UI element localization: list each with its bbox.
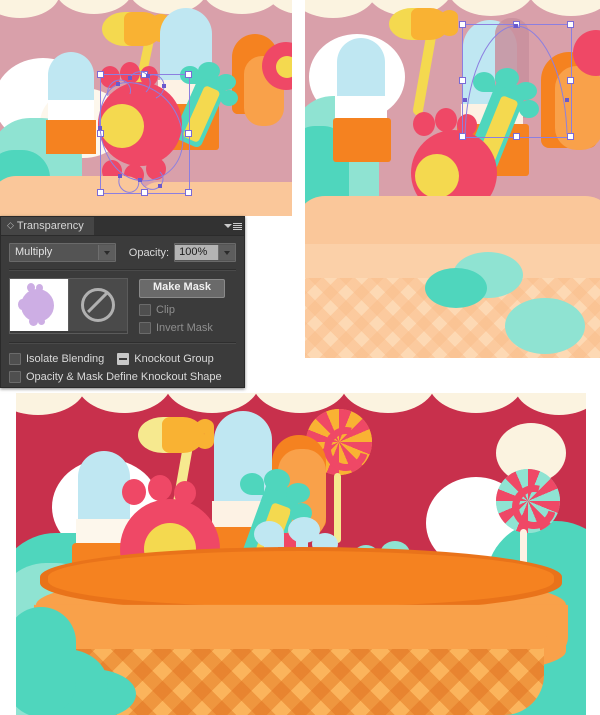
knockout-group-checkbox[interactable] bbox=[117, 353, 130, 365]
make-mask-button[interactable]: Make Mask bbox=[139, 279, 225, 298]
blend-mode-dropdown[interactable]: Multiply bbox=[9, 243, 116, 262]
screenshot-canvas: ◇ Transparency Multiply Opacity: 100% Ma… bbox=[0, 0, 600, 715]
tab-grip-icon: ◇ bbox=[7, 219, 14, 230]
wrapper-frill bbox=[240, 473, 264, 495]
panel-tab-bar: ◇ Transparency bbox=[1, 217, 244, 236]
fish-candy-tail bbox=[196, 419, 214, 434]
candy-frill bbox=[122, 479, 146, 505]
selected-candy-frill bbox=[146, 158, 166, 180]
selected-candy-frill bbox=[140, 66, 158, 86]
knockout-group-label: Knockout Group bbox=[134, 353, 214, 365]
invert-mask-checkbox[interactable] bbox=[139, 322, 151, 334]
mint-blob bbox=[505, 298, 585, 354]
invert-mask-checkbox-row[interactable]: Invert Mask bbox=[139, 322, 225, 334]
candy-corn-band bbox=[333, 118, 391, 162]
candy-frill bbox=[457, 114, 477, 136]
basket-inner-wall bbox=[48, 551, 554, 607]
wrapper-frill bbox=[286, 483, 310, 503]
artwork-top-right[interactable] bbox=[305, 0, 600, 358]
artwork-bottom-full[interactable] bbox=[16, 393, 586, 715]
selected-candy-frill bbox=[120, 62, 140, 84]
wrapper-frill bbox=[495, 68, 519, 88]
selected-candy-center bbox=[100, 104, 144, 148]
candy-frill bbox=[413, 112, 435, 136]
basket-rim bbox=[140, 182, 292, 216]
divider bbox=[9, 342, 236, 344]
panel-menu-icon[interactable] bbox=[224, 220, 242, 232]
selected-candy-frill bbox=[100, 66, 120, 88]
wrapper-frill bbox=[180, 66, 200, 84]
isolate-blending-label: Isolate Blending bbox=[26, 353, 105, 365]
candy-frill bbox=[148, 475, 172, 501]
opacity-mask-knockout-checkbox[interactable] bbox=[9, 371, 21, 383]
opacity-mask-knockout-label: Opacity & Mask Define Knockout Shape bbox=[26, 371, 222, 383]
wrapper-frill bbox=[473, 72, 495, 92]
candy-frill bbox=[435, 108, 457, 132]
panel-title: Transparency bbox=[16, 220, 84, 232]
wrapper-frill bbox=[264, 469, 290, 491]
blend-opacity-row: Multiply Opacity: 100% bbox=[9, 243, 236, 262]
isolate-blending-checkbox[interactable] bbox=[9, 353, 21, 365]
panel-body: Multiply Opacity: 100% Make Mask Clip In… bbox=[1, 236, 244, 383]
tab-transparency[interactable]: ◇ Transparency bbox=[1, 217, 94, 235]
gift-bow bbox=[254, 521, 284, 547]
basket-rim bbox=[0, 176, 150, 216]
thumbnail-mask-row: Make Mask Clip Invert Mask bbox=[9, 278, 236, 334]
thumbnail-group bbox=[9, 278, 128, 334]
no-mask-icon bbox=[81, 288, 115, 322]
opacity-value[interactable]: 100% bbox=[175, 245, 218, 260]
knockout-shape-row: Opacity & Mask Define Knockout Shape bbox=[9, 371, 236, 383]
divider bbox=[9, 269, 236, 271]
clip-checkbox-row[interactable]: Clip bbox=[139, 304, 225, 316]
blend-mode-value: Multiply bbox=[15, 246, 53, 258]
wrapper-frill bbox=[519, 100, 539, 118]
candy-frill bbox=[174, 481, 196, 505]
chevron-down-icon[interactable] bbox=[97, 245, 115, 260]
invert-mask-label: Invert Mask bbox=[156, 322, 213, 334]
artwork-top-left[interactable] bbox=[0, 0, 292, 216]
transparency-panel[interactable]: ◇ Transparency Multiply Opacity: 100% Ma… bbox=[0, 216, 245, 388]
fish-candy-tail bbox=[441, 10, 458, 23]
mask-controls: Make Mask Clip Invert Mask bbox=[139, 278, 225, 334]
candy-thumbnail[interactable] bbox=[10, 279, 68, 331]
fish-candy-tail bbox=[441, 23, 458, 36]
candy-highlight bbox=[555, 66, 600, 150]
mint-blob bbox=[425, 268, 487, 308]
mint-blob bbox=[16, 607, 76, 715]
basket-band bbox=[54, 633, 548, 649]
clip-checkbox[interactable] bbox=[139, 304, 151, 316]
opacity-label: Opacity: bbox=[128, 246, 170, 259]
candy-center bbox=[415, 154, 459, 198]
wrapper-frill bbox=[220, 90, 238, 106]
blending-options-row: Isolate Blending Knockout Group bbox=[9, 353, 236, 365]
clip-label: Clip bbox=[156, 304, 175, 316]
round-candy-center bbox=[276, 56, 292, 78]
chevron-down-icon[interactable] bbox=[218, 245, 235, 260]
opacity-field[interactable]: 100% bbox=[174, 243, 236, 262]
lollipop-stick bbox=[334, 473, 341, 543]
mask-thumbnail[interactable] bbox=[68, 279, 127, 331]
candy-corn-band bbox=[46, 120, 96, 154]
wrapper-frill bbox=[515, 82, 537, 100]
fish-candy-tail bbox=[196, 434, 214, 449]
wrapper-frill bbox=[216, 74, 236, 90]
